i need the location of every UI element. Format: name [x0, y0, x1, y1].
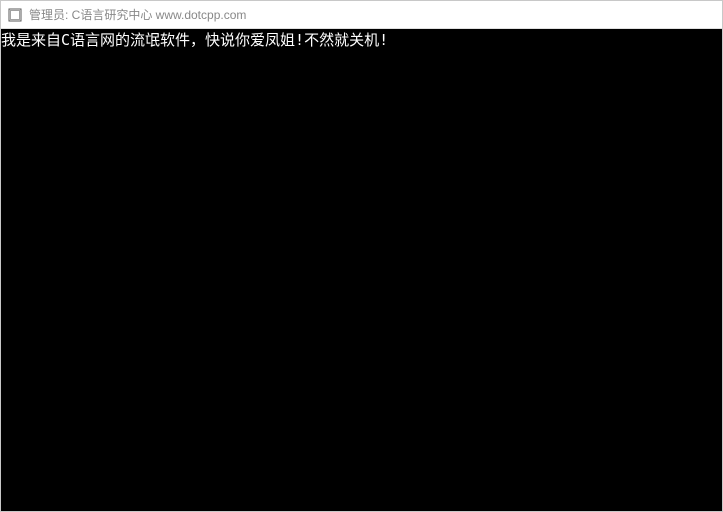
console-output-line: 我是来自C语言网的流氓软件，快说你爱凤姐!不然就关机! — [1, 31, 722, 49]
console-icon — [7, 7, 23, 23]
console-window: 管理员: C语言研究中心 www.dotcpp.com 我是来自C语言网的流氓软… — [0, 0, 723, 512]
console-body[interactable]: 我是来自C语言网的流氓软件，快说你爱凤姐!不然就关机! — [1, 29, 722, 511]
titlebar[interactable]: 管理员: C语言研究中心 www.dotcpp.com — [1, 1, 722, 29]
window-title: 管理员: C语言研究中心 www.dotcpp.com — [29, 6, 246, 23]
